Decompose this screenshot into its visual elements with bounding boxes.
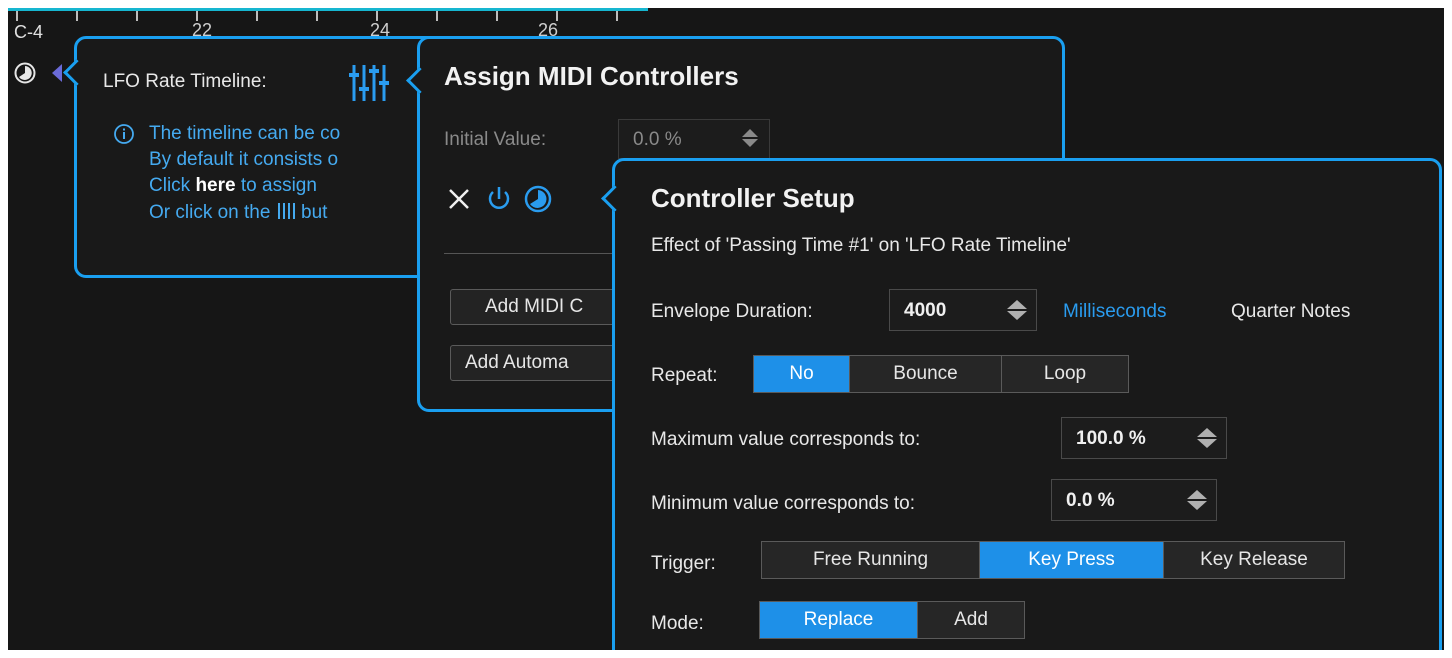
note-label: C-4 <box>14 22 44 42</box>
controller-setup-subtitle: Effect of 'Passing Time #1' on 'LFO Rate… <box>651 235 1071 256</box>
minimum-value-label: Minimum value corresponds to: <box>651 493 915 514</box>
sliders-icon[interactable] <box>347 59 391 105</box>
repeat-loop-button[interactable]: Loop <box>1002 356 1128 392</box>
lfo-popup-title: LFO Rate Timeline: <box>103 71 267 92</box>
initial-value-field[interactable]: 0.0 % <box>618 119 770 159</box>
timeline-ruler: 22 24 26 <box>8 8 648 40</box>
info-text: but <box>301 202 328 223</box>
envelope-duration-field[interactable]: 4000 <box>889 289 1037 331</box>
spinner-icon[interactable] <box>1196 427 1218 449</box>
ruler-tick <box>76 11 78 21</box>
repeat-no-button[interactable]: No <box>754 356 850 392</box>
ruler-tick <box>496 11 498 21</box>
divider <box>444 253 634 254</box>
info-icon <box>114 124 134 144</box>
mode-selector: Replace Add <box>759 601 1025 639</box>
controller-setup-popup: Controller Setup Effect of 'Passing Time… <box>601 158 1442 650</box>
milliseconds-option[interactable]: Milliseconds <box>1063 301 1166 323</box>
clock-icon[interactable] <box>523 184 553 214</box>
maximum-value-field[interactable]: 100.0 % <box>1061 417 1227 459</box>
controller-icons <box>446 184 553 214</box>
repeat-selector: No Bounce Loop <box>753 355 1129 393</box>
trigger-label: Trigger: <box>651 553 716 574</box>
info-line: Click here to assign <box>149 175 317 197</box>
spinner-icon[interactable] <box>741 128 759 148</box>
initial-value-text: 0.0 % <box>633 129 682 150</box>
quarter-notes-option[interactable]: Quarter Notes <box>1231 301 1350 323</box>
spinner-icon[interactable] <box>1006 299 1028 321</box>
ruler-tick <box>316 11 318 21</box>
mode-replace-button[interactable]: Replace <box>760 602 918 638</box>
editor-canvas: 22 24 26 C-4 LFO Rate Timeline: The time… <box>8 8 1444 650</box>
envelope-duration-value: 4000 <box>904 300 947 321</box>
ruler-tick <box>436 11 438 21</box>
trigger-key-press-button[interactable]: Key Press <box>980 542 1164 578</box>
ruler-tick <box>16 11 18 21</box>
info-line: By default it consists o <box>149 149 339 170</box>
mode-label: Mode: <box>651 613 704 634</box>
maximum-value-label: Maximum value corresponds to: <box>651 429 921 450</box>
info-text: Or click on the <box>149 202 271 223</box>
info-text: Click <box>149 175 191 196</box>
info-line: The timeline can be co <box>149 123 341 144</box>
close-icon[interactable] <box>446 186 472 212</box>
trigger-selector: Free Running Key Press Key Release <box>761 541 1345 579</box>
mode-add-button[interactable]: Add <box>918 602 1024 638</box>
info-text: to assign <box>240 175 317 196</box>
spinner-icon[interactable] <box>1186 489 1208 511</box>
minimum-value-text: 0.0 % <box>1066 490 1115 511</box>
trigger-free-running-button[interactable]: Free Running <box>762 542 980 578</box>
ruler-highlight <box>8 8 648 11</box>
trigger-key-release-button[interactable]: Key Release <box>1164 542 1344 578</box>
assign-popup-title: Assign MIDI Controllers <box>444 61 739 91</box>
here-link[interactable]: here <box>195 175 235 196</box>
popup-arrow <box>63 59 90 86</box>
lfo-pointer <box>52 64 62 82</box>
sliders-icon <box>277 203 295 219</box>
clock-icon[interactable] <box>14 62 36 84</box>
repeat-label: Repeat: <box>651 365 718 386</box>
controller-setup-title: Controller Setup <box>651 183 855 213</box>
ruler-tick <box>256 11 258 21</box>
initial-value-label: Initial Value: <box>444 129 547 150</box>
power-icon[interactable] <box>484 184 514 214</box>
ruler-tick <box>136 11 138 21</box>
ruler-tick <box>616 11 618 21</box>
maximum-value-text: 100.0 % <box>1076 428 1146 449</box>
minimum-value-field[interactable]: 0.0 % <box>1051 479 1217 521</box>
envelope-duration-label: Envelope Duration: <box>651 301 813 322</box>
info-line: Or click on the but <box>149 201 327 224</box>
repeat-bounce-button[interactable]: Bounce <box>850 356 1002 392</box>
